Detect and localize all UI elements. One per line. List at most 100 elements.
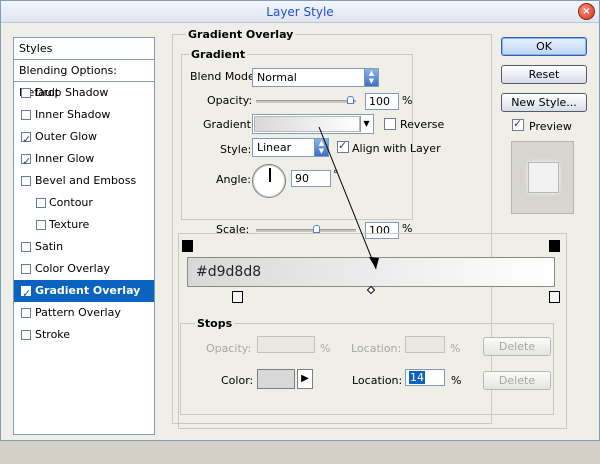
dialog-content: Styles Blending Options: Default Drop Sh…: [1, 23, 599, 440]
opacity-slider-thumb[interactable]: [347, 96, 354, 104]
gradient-bar[interactable]: #d9d8d8: [187, 257, 555, 287]
opacity-stop-right[interactable]: [549, 240, 560, 252]
style-item-inner-shadow[interactable]: Inner Shadow: [14, 104, 154, 126]
style-item-color-overlay[interactable]: Color Overlay: [14, 258, 154, 280]
preview-square: [528, 162, 559, 193]
style-item-bevel-and-emboss[interactable]: Bevel and Emboss: [14, 170, 154, 192]
gradient-preview: [254, 116, 360, 132]
opacity-stop-left[interactable]: [182, 240, 193, 252]
opacity-label: Opacity:: [207, 94, 253, 107]
style-item-label: Inner Glow: [35, 152, 95, 165]
styles-header: Styles: [14, 38, 154, 60]
style-item-drop-shadow[interactable]: Drop Shadow: [14, 82, 154, 104]
angle-dial[interactable]: [252, 164, 286, 198]
color-location-unit: %: [451, 374, 462, 387]
ok-button[interactable]: OK: [501, 37, 587, 56]
gradient-bar-text: #d9d8d8: [196, 264, 262, 280]
style-item-label: Inner Shadow: [35, 108, 111, 121]
style-item-pattern-overlay[interactable]: Pattern Overlay: [14, 302, 154, 324]
preview-label: Preview: [529, 120, 572, 133]
style-checkbox[interactable]: [21, 110, 31, 120]
style-item-stroke[interactable]: Stroke: [14, 324, 154, 346]
window-title: Layer Style: [266, 5, 334, 19]
style-item-label: Stroke: [35, 328, 71, 341]
preview-swatch: [511, 141, 574, 214]
opacity-unit: %: [402, 94, 413, 107]
style-checkbox[interactable]: [36, 220, 46, 230]
stop-opacity-unit: %: [320, 342, 331, 355]
stop-opacity-input[interactable]: [257, 336, 315, 353]
style-item-label: Texture: [49, 218, 90, 231]
style-checkbox[interactable]: [21, 88, 31, 98]
style-item-label: Contour: [49, 196, 93, 209]
style-item-inner-glow[interactable]: Inner Glow: [14, 148, 154, 173]
blend-mode-spinner-icon: ▲ ▼: [364, 69, 378, 86]
blending-options-item[interactable]: Blending Options: Default: [14, 60, 154, 99]
style-value: Linear: [257, 141, 292, 154]
color-location-input[interactable]: 14: [405, 369, 445, 386]
stop-opacity-label: Opacity:: [206, 342, 252, 355]
style-item-label: Drop Shadow: [35, 86, 109, 99]
angle-needle: [269, 168, 271, 182]
style-item-gradient-overlay[interactable]: Gradient Overlay: [14, 280, 154, 305]
style-item-outer-glow[interactable]: Outer Glow: [14, 126, 154, 151]
style-item-label: Pattern Overlay: [35, 306, 121, 319]
style-checkbox[interactable]: [36, 198, 46, 208]
style-item-texture[interactable]: Texture: [14, 214, 154, 236]
color-location-value: 14: [409, 371, 425, 384]
style-item-label: Outer Glow: [35, 130, 98, 143]
title-bar[interactable]: Layer Style ×: [1, 1, 599, 23]
style-item-contour[interactable]: Contour: [14, 192, 154, 214]
color-location-label: Location:: [352, 374, 403, 387]
stop-location-label: Location:: [351, 342, 402, 355]
angle-unit: °: [333, 168, 339, 181]
style-checkbox[interactable]: [21, 242, 31, 252]
style-select[interactable]: Linear ▲ ▼: [252, 138, 329, 157]
align-with-layer-label: Align with Layer: [352, 142, 441, 155]
blend-mode-value: Normal: [257, 71, 297, 84]
style-label: Style:: [220, 143, 252, 156]
style-checkbox[interactable]: [21, 129, 31, 151]
stop-delete-button[interactable]: Delete: [483, 337, 551, 356]
opacity-slider-track[interactable]: [256, 100, 356, 103]
angle-input[interactable]: 90: [291, 170, 331, 187]
new-style-button[interactable]: New Style...: [501, 93, 587, 112]
scale-slider-thumb[interactable]: [313, 225, 320, 233]
color-label: Color:: [221, 374, 254, 387]
color-arrow-icon[interactable]: ▶: [297, 369, 313, 389]
reverse-checkbox[interactable]: [384, 118, 396, 130]
style-item-satin[interactable]: Satin: [14, 236, 154, 258]
stop-location-unit: %: [450, 342, 461, 355]
style-checkbox[interactable]: [21, 308, 31, 318]
gradient-overlay-title: Gradient Overlay: [186, 28, 296, 41]
preview-checkbox[interactable]: [512, 117, 524, 131]
color-stop-left[interactable]: [232, 291, 243, 303]
style-checkbox[interactable]: [21, 330, 31, 340]
blend-mode-select[interactable]: Normal ▲ ▼: [252, 68, 379, 87]
style-checkbox[interactable]: [21, 264, 31, 274]
layer-style-dialog: Layer Style × Styles Blending Options: D…: [0, 0, 600, 441]
style-checkbox[interactable]: [21, 283, 31, 305]
styles-list: Styles Blending Options: Default Drop Sh…: [13, 37, 155, 435]
align-with-layer-checkbox[interactable]: [337, 139, 349, 153]
color-swatch[interactable]: [257, 369, 295, 389]
style-checkbox[interactable]: [21, 176, 31, 186]
angle-label: Angle:: [216, 173, 252, 186]
style-item-label: Satin: [35, 240, 64, 253]
reset-button[interactable]: Reset: [501, 65, 587, 84]
close-button[interactable]: ×: [578, 3, 595, 20]
color-delete-button[interactable]: Delete: [483, 371, 551, 390]
scale-slider-track[interactable]: [256, 229, 356, 232]
blend-mode-label: Blend Mode:: [190, 70, 259, 83]
color-stop-right[interactable]: [549, 291, 560, 303]
style-item-label: Bevel and Emboss: [35, 174, 137, 187]
style-spinner-icon: ▲ ▼: [314, 139, 328, 156]
stop-location-input[interactable]: [405, 336, 445, 353]
gradient-label: Gradient:: [203, 118, 255, 131]
style-checkbox[interactable]: [21, 151, 31, 173]
style-item-label: Color Overlay: [35, 262, 110, 275]
gradient-picker[interactable]: ▼: [252, 114, 374, 134]
gradient-dropdown-icon[interactable]: ▼: [360, 116, 372, 132]
opacity-input[interactable]: 100: [365, 93, 399, 110]
reverse-label: Reverse: [400, 118, 445, 131]
